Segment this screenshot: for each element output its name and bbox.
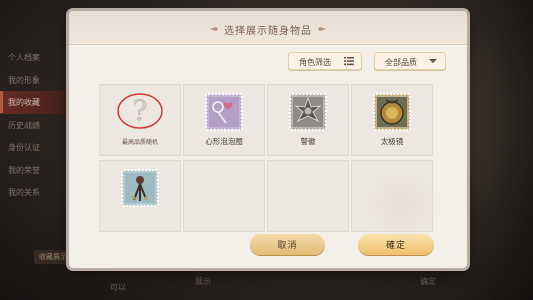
background-status-right: 确定	[420, 277, 436, 286]
background-side-menu: 个人档案 我的形象 我的收藏 历史战绩 身份认证 我的荣誉 我的关系	[0, 46, 66, 204]
menu-item-relations: 我的关系	[8, 188, 40, 197]
background-tag: 收藏展示	[34, 250, 72, 264]
menu-item-collection: 我的收藏	[0, 91, 66, 114]
quality-filter-dropdown[interactable]: 全部品质	[374, 52, 446, 70]
item-label: 最高品质随机	[121, 139, 158, 146]
item-slot-random[interactable]: ? 最高品质随机	[99, 84, 181, 156]
item-label: 心形泡泡圈	[205, 137, 243, 146]
item-label: 太极镜	[380, 137, 404, 146]
dialog-title: 选择展示随身物品	[224, 26, 312, 37]
cancel-button[interactable]: 取消	[250, 234, 325, 255]
item-slot-heart-bubble[interactable]: 心形泡泡圈	[183, 84, 265, 156]
feather-charm-stamp-icon	[121, 169, 159, 207]
item-slot-empty[interactable]	[351, 160, 433, 232]
item-grid: ? 最高品质随机 心形泡泡圈 警徽 太极镜	[99, 84, 435, 234]
background-status-left: 可以	[110, 283, 126, 292]
question-mark-icon: ?	[117, 93, 163, 129]
list-filter-icon	[344, 57, 354, 66]
item-slot-taiji-mirror[interactable]: 太极镜	[351, 84, 433, 156]
role-filter-label: 角色筛选	[299, 58, 331, 67]
background-shade	[465, 0, 533, 300]
select-item-dialog: 选择展示随身物品 角色筛选 全部品质 ? 最高品质随机 心形泡泡圈 警徽 太极镜…	[69, 11, 467, 268]
chevron-down-icon	[429, 59, 437, 63]
dialog-header: 选择展示随身物品	[69, 11, 467, 45]
menu-item-honor: 我的荣誉	[8, 165, 40, 175]
confirm-button[interactable]: 確定	[358, 234, 434, 255]
item-slot-feather-charm[interactable]	[99, 160, 181, 232]
heart-bubble-stamp-icon	[205, 93, 243, 131]
role-filter-button[interactable]: 角色筛选	[288, 52, 362, 70]
item-slot-empty[interactable]	[183, 160, 265, 232]
item-slot-empty[interactable]	[267, 160, 349, 232]
quality-filter-label: 全部品质	[385, 58, 417, 67]
item-slot-police-badge[interactable]: 警徽	[267, 84, 349, 156]
police-badge-stamp-icon	[289, 93, 327, 131]
taiji-mirror-stamp-icon	[373, 93, 411, 131]
svg-text:?: ?	[132, 94, 147, 127]
menu-item-identity: 身份认证	[8, 143, 40, 152]
item-label: 警徽	[300, 137, 316, 146]
menu-item-history: 历史战绩	[8, 120, 40, 130]
title-ornament-right-icon	[318, 27, 326, 31]
menu-item-appearance: 我的形象	[8, 75, 40, 85]
menu-item-profile: 个人档案	[8, 53, 40, 62]
background-status-mid: 展示	[195, 277, 211, 286]
